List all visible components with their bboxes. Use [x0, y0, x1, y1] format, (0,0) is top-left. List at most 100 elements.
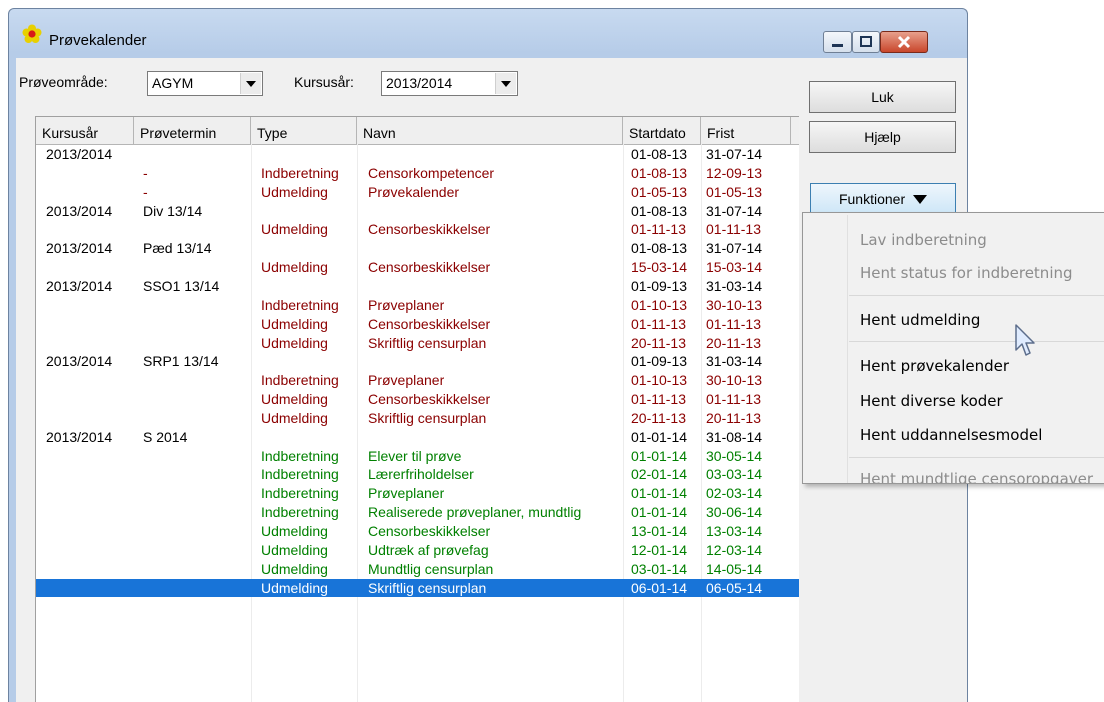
table-row[interactable]: - Indberetning Censorkompetencer 01-08-13 12…: [36, 164, 799, 182]
cell-term: -: [143, 183, 148, 200]
cell-start: 01-08-13: [631, 146, 688, 162]
cell-term: SRP1 13/14: [143, 353, 219, 370]
cell-frist: 30-06-14: [706, 504, 763, 521]
table-row[interactable]: - Udmelding Prøvekalender 01-05-13 01-05-13: [36, 183, 799, 201]
cell-name: Prøveplaner: [368, 296, 445, 313]
close-button-label: Luk: [871, 89, 894, 105]
column-header-type[interactable]: Type: [251, 117, 357, 144]
table-row[interactable]: Udmelding Skriftlig censurplan 20-11-13 20-…: [36, 334, 799, 352]
cell-year: 2013/2014: [46, 146, 113, 162]
cell-start: 13-01-14: [631, 523, 688, 539]
cell-frist: 12-03-14: [706, 541, 763, 558]
cell-term: -: [143, 164, 148, 181]
column-header-proevetermin[interactable]: Prøvetermin: [134, 117, 251, 144]
cell-start: 01-01-14: [631, 447, 688, 464]
cell-type: Indberetning: [261, 296, 339, 313]
cell-name: Skriftlig censurplan: [368, 409, 487, 426]
year-select[interactable]: 2013/2014: [381, 71, 518, 96]
cell-frist: 20-11-13: [706, 409, 762, 426]
functions-button[interactable]: Funktioner: [810, 183, 956, 215]
column-header-navn[interactable]: Navn: [357, 117, 623, 144]
table-row[interactable]: Udmelding Censorbeskikkelser 01-11-13 01-11…: [36, 315, 799, 333]
table-row[interactable]: Indberetning Prøveplaner 01-01-14 02-03-14: [36, 484, 799, 502]
table-row[interactable]: 2013/2014 S 2014 01-01-14 31-08-14: [36, 428, 799, 446]
minimize-button[interactable]: [823, 31, 852, 53]
table-row[interactable]: Udmelding Skriftlig censurplan 20-11-13 20-…: [36, 409, 799, 427]
cell-name: Censorkompetencer: [368, 164, 495, 181]
table-row[interactable]: 2013/2014 SSO1 13/14 01-09-13 31-03-14: [36, 277, 799, 295]
menu-item-hent-udmelding[interactable]: Hent udmelding: [860, 311, 980, 329]
menu-item-hent-status[interactable]: Hent status for indberetning: [860, 264, 1073, 282]
title-bar[interactable]: Prøvekalender: [9, 9, 967, 57]
menu-item-hent-diverse-koder[interactable]: Hent diverse koder: [860, 392, 1003, 410]
area-dropdown-button[interactable]: [240, 73, 261, 94]
table-row[interactable]: Indberetning Elever til prøve 01-01-14 30-0…: [36, 447, 799, 465]
cell-type: Indberetning: [261, 466, 339, 483]
table-row[interactable]: Indberetning Realiserede prøveplaner, mun…: [36, 503, 799, 521]
minimize-icon: [832, 44, 843, 47]
table-row[interactable]: Udmelding Mundtlig censurplan 03-01-14 14-0…: [36, 560, 799, 578]
table-row[interactable]: Udmelding Censorbeskikkelser 01-11-13 01-11…: [36, 220, 799, 238]
cell-name: Censorbeskikkelser: [368, 221, 491, 238]
column-header-startdato[interactable]: Startdato: [623, 117, 701, 144]
cell-type: Udmelding: [261, 183, 328, 200]
cell-type: Indberetning: [261, 504, 339, 521]
table-row[interactable]: Udmelding Censorbeskikkelser 13-01-14 13-03…: [36, 522, 799, 540]
column-header-frist[interactable]: Frist: [701, 117, 791, 144]
help-button[interactable]: Hjælp: [809, 121, 956, 153]
calendar-table[interactable]: Kursusår Prøvetermin Type Navn Startdato…: [35, 116, 799, 702]
cell-frist: 01-05-13: [706, 183, 763, 200]
cell-year: 2013/2014: [46, 202, 113, 219]
cell-frist: 30-10-13: [706, 372, 763, 389]
menu-item-hent-uddannelsesmodel[interactable]: Hent uddannelsesmodel: [860, 426, 1042, 444]
cell-name: Censorbeskikkelser: [368, 259, 491, 276]
cell-start: 20-11-13: [631, 409, 687, 426]
menu-item-hent-provekalender[interactable]: Hent prøvekalender: [860, 357, 1009, 375]
table-row[interactable]: 2013/2014 01-08-13 31-07-14: [36, 145, 799, 163]
year-dropdown-button[interactable]: [495, 73, 516, 94]
menu-separator: [849, 295, 1104, 296]
cell-frist: 12-09-13: [706, 164, 763, 181]
cell-name: Mundtlig censurplan: [368, 560, 494, 577]
year-label: Kursusår:: [294, 74, 354, 90]
table-row[interactable]: 2013/2014 Div 13/14 01-08-13 31-07-14: [36, 202, 799, 220]
menu-item-lav-indberetning[interactable]: Lav indberetning: [860, 231, 987, 249]
menu-item-hent-mundtlige[interactable]: Hent mundtlige censoropgaver: [860, 470, 1093, 483]
table-row[interactable]: Udmelding Censorbeskikkelser 15-03-14 15-03…: [36, 258, 799, 276]
cell-start: 01-09-13: [631, 277, 688, 294]
cell-name: Prøvekalender: [368, 183, 460, 200]
table-row[interactable]: 2013/2014 Pæd 13/14 01-08-13 31-07-14: [36, 239, 799, 257]
area-select[interactable]: AGYM: [147, 71, 263, 96]
table-row[interactable]: Indberetning Lærerfriholdelser 02-01-14 03-…: [36, 465, 799, 483]
cell-name: Realiserede prøveplaner, mundtlig: [368, 504, 582, 521]
table-row[interactable]: Udmelding Censorbeskikkelser 01-11-13 01-11…: [36, 390, 799, 408]
close-button[interactable]: Luk: [809, 81, 956, 113]
cell-start: 06-01-14: [631, 579, 688, 596]
cell-type: Indberetning: [261, 372, 339, 389]
cell-start: 01-11-13: [631, 221, 687, 238]
table-row[interactable]: 2013/2014 SRP1 13/14 01-09-13 31-03-14: [36, 352, 799, 370]
table-row[interactable]: Indberetning Prøveplaner 01-10-13 30-10-13: [36, 371, 799, 389]
area-label: Prøveområde:: [19, 74, 108, 90]
table-row[interactable]: Udmelding Udtræk af prøvefag 12-01-14 12-03…: [36, 541, 799, 559]
table-header: Kursusår Prøvetermin Type Navn Startdato…: [36, 117, 799, 145]
close-icon: [897, 35, 911, 49]
flower-icon: [22, 24, 42, 43]
cell-name: Censorbeskikkelser: [368, 315, 491, 332]
cell-type: Indberetning: [261, 164, 339, 181]
cell-start: 01-01-14: [631, 485, 688, 502]
close-window-button[interactable]: [880, 31, 928, 53]
cell-name: Prøveplaner: [368, 372, 445, 389]
column-header-kursusaar[interactable]: Kursusår: [36, 117, 134, 144]
cell-type: Udmelding: [261, 541, 328, 558]
cell-type: Indberetning: [261, 485, 339, 502]
cell-start: 01-05-13: [631, 183, 688, 200]
table-row[interactable]: Indberetning Prøveplaner 01-10-13 30-10-13: [36, 296, 799, 314]
maximize-button[interactable]: [852, 31, 880, 53]
cell-frist: 31-07-14: [706, 202, 763, 219]
cell-type: Udmelding: [261, 259, 328, 276]
cell-name: Censorbeskikkelser: [368, 523, 491, 539]
cell-start: 01-08-13: [631, 202, 688, 219]
table-row-selected[interactable]: Udmelding Skriftlig censurplan 06-01-14 06-…: [36, 578, 799, 597]
cell-year: 2013/2014: [46, 277, 113, 294]
